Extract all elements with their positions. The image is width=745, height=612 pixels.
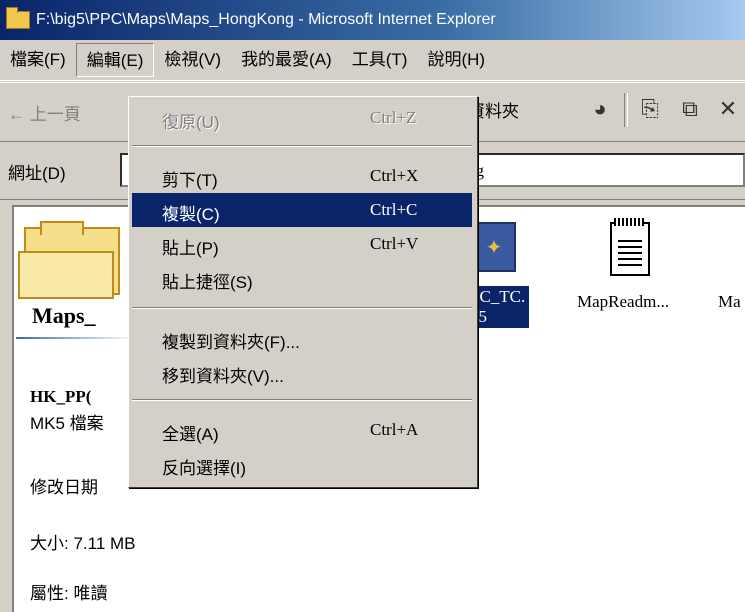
file-size: 大小: 7.11 MB: [30, 534, 136, 553]
title-bar: F:\big5\PPC\Maps\Maps_HongKong - Microso…: [0, 0, 745, 40]
menu-favorites[interactable]: 我的最愛(A): [231, 43, 342, 77]
delete-icon[interactable]: ✕: [714, 95, 742, 123]
menu-item-select-all[interactable]: 全選(A) Ctrl+A: [132, 413, 472, 447]
menu-item-invert-selection[interactable]: 反向選擇(I): [132, 447, 472, 481]
folder-icon: [6, 7, 30, 29]
copy-to-icon[interactable]: ⧉: [676, 95, 704, 123]
file-type: MK5 檔案: [30, 414, 104, 433]
menu-item-copy[interactable]: 複製(C) Ctrl+C: [132, 193, 472, 227]
window-title: F:\big5\PPC\Maps\Maps_HongKong - Microso…: [36, 11, 496, 28]
partial-file-label[interactable]: Ma: [718, 292, 741, 312]
edit-menu-dropdown: 復原(U) Ctrl+Z 剪下(T) Ctrl+X 複製(C) Ctrl+C 貼…: [128, 96, 478, 488]
divider: [16, 337, 136, 339]
menu-help[interactable]: 說明(H): [417, 43, 495, 77]
menu-tools[interactable]: 工具(T): [342, 43, 418, 77]
readme-file-label[interactable]: MapReadm...: [577, 292, 669, 312]
menu-file[interactable]: 檔案(F): [0, 43, 76, 77]
menu-item-cut[interactable]: 剪下(T) Ctrl+X: [132, 159, 472, 193]
menu-edit[interactable]: 編輯(E): [75, 43, 155, 77]
menu-separator: [132, 307, 472, 309]
move-to-icon[interactable]: ⎘: [636, 95, 664, 123]
big-folder-icon: [18, 221, 120, 299]
menu-separator: [132, 145, 472, 147]
folder-name: Maps_: [32, 303, 96, 328]
notepad-file-icon[interactable]: [610, 218, 650, 276]
back-button[interactable]: ← 上一頁: [8, 100, 81, 125]
selected-file-name: HK_PP(: [30, 387, 92, 406]
map-file-icon[interactable]: ✦: [472, 222, 516, 272]
address-label: 網址(D): [8, 164, 66, 183]
menu-item-move-to-folder[interactable]: 移到資料夾(V)...: [132, 355, 472, 389]
menu-item-undo[interactable]: 復原(U) Ctrl+Z: [132, 101, 472, 135]
menu-separator: [132, 399, 472, 401]
modified-date: 修改日期: [30, 478, 98, 497]
menu-item-copy-to-folder[interactable]: 複製到資料夾(F)...: [132, 321, 472, 355]
menu-item-paste[interactable]: 貼上(P) Ctrl+V: [132, 227, 472, 261]
file-attributes: 屬性: 唯讀: [30, 584, 108, 603]
history-icon[interactable]: ◕: [586, 95, 614, 123]
menu-view[interactable]: 檢視(V): [154, 43, 231, 77]
menu-item-paste-shortcut[interactable]: 貼上捷徑(S): [132, 261, 472, 295]
menu-bar: 檔案(F) 編輯(E) 檢視(V) 我的最愛(A) 工具(T) 說明(H): [0, 40, 745, 81]
toolbar-separator: [624, 93, 628, 127]
